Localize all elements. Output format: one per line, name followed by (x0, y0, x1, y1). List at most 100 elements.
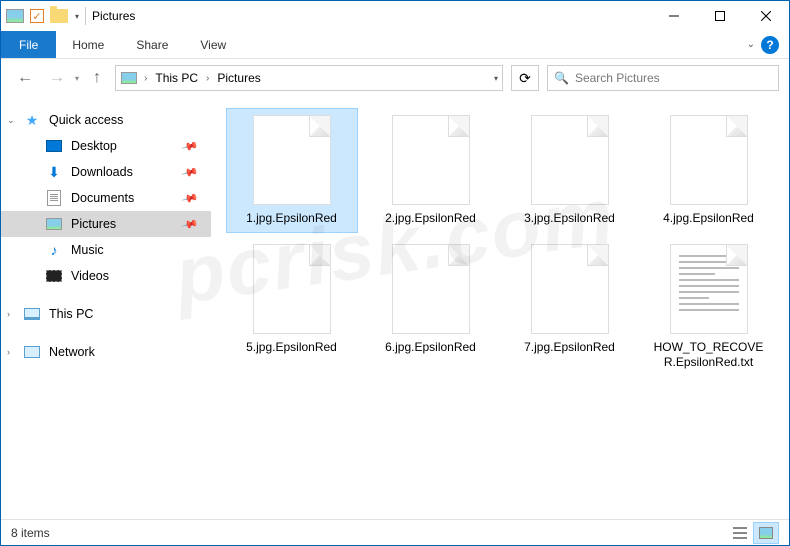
search-placeholder: Search Pictures (575, 71, 660, 85)
forward-button[interactable]: → (43, 64, 71, 92)
address-location-icon (120, 70, 138, 86)
status-bar: 8 items (1, 519, 789, 545)
up-button[interactable]: ↑ (83, 64, 111, 92)
text-file-icon (670, 244, 748, 334)
sidebar-item-music[interactable]: ♪ Music (1, 237, 211, 263)
sidebar-item-label: Documents (71, 191, 134, 205)
expand-icon[interactable]: ⌄ (7, 115, 15, 126)
pin-icon: 📌 (181, 215, 199, 233)
desktop-icon (45, 138, 63, 154)
view-toggles (727, 522, 779, 544)
sidebar-item-label: Pictures (71, 217, 116, 231)
file-label: HOW_TO_RECOVER.EpsilonRed.txt (649, 340, 769, 370)
sidebar-this-pc[interactable]: › This PC (1, 301, 211, 327)
tab-share[interactable]: Share (120, 31, 184, 58)
sidebar-network[interactable]: › Network (1, 339, 211, 365)
address-bar[interactable]: › This PC › Pictures ▾ (115, 65, 503, 91)
file-tab[interactable]: File (1, 31, 56, 58)
sidebar-item-label: Music (71, 243, 104, 257)
window-controls (651, 1, 789, 31)
maximize-button[interactable] (697, 1, 743, 31)
generic-file-icon (253, 115, 331, 205)
qat-dropdown-icon[interactable]: ▾ (75, 12, 79, 21)
refresh-button[interactable]: ⟳ (511, 65, 539, 91)
downloads-icon: ⬇ (45, 164, 63, 180)
pin-icon: 📌 (181, 189, 199, 207)
file-item[interactable]: 7.jpg.EpsilonRed (505, 238, 635, 376)
titlebar-divider (85, 7, 86, 25)
sidebar-item-videos[interactable]: Videos (1, 263, 211, 289)
navigation-pane: ⌄ ★ Quick access Desktop 📌 ⬇ Downloads 📌… (1, 97, 211, 519)
address-dropdown-icon[interactable]: ▾ (494, 74, 498, 83)
recent-locations-dropdown[interactable]: ▾ (75, 74, 79, 83)
generic-file-icon (392, 244, 470, 334)
generic-file-icon (531, 115, 609, 205)
file-item[interactable]: 5.jpg.EpsilonRed (227, 238, 357, 376)
large-icons-view-icon (759, 527, 773, 539)
tab-view[interactable]: View (184, 31, 242, 58)
search-input[interactable]: 🔍 Search Pictures (547, 65, 779, 91)
window-title: Pictures (92, 9, 135, 23)
generic-file-icon (392, 115, 470, 205)
titlebar: ✓ ▾ Pictures (1, 1, 789, 31)
breadcrumb-current[interactable]: Pictures (215, 71, 262, 85)
star-icon: ★ (23, 112, 41, 128)
minimize-button[interactable] (651, 1, 697, 31)
sidebar-item-documents[interactable]: Documents 📌 (1, 185, 211, 211)
documents-icon (45, 190, 63, 206)
file-label: 7.jpg.EpsilonRed (524, 340, 615, 355)
sidebar-item-desktop[interactable]: Desktop 📌 (1, 133, 211, 159)
close-button[interactable] (743, 1, 789, 31)
qat-folder-icon[interactable] (49, 6, 69, 26)
videos-icon (45, 268, 63, 284)
sidebar-item-label: Videos (71, 269, 109, 283)
file-item[interactable]: 4.jpg.EpsilonRed (644, 109, 774, 232)
ribbon-collapse-icon[interactable]: ⌄ (747, 39, 755, 50)
generic-file-icon (531, 244, 609, 334)
file-list[interactable]: 1.jpg.EpsilonRed 2.jpg.EpsilonRed 3.jpg.Ep… (211, 97, 789, 519)
generic-file-icon (670, 115, 748, 205)
file-label: 1.jpg.EpsilonRed (246, 211, 337, 226)
file-label: 2.jpg.EpsilonRed (385, 211, 476, 226)
quick-access-toolbar: ✓ ▾ (5, 6, 79, 26)
pc-icon (23, 306, 41, 322)
pin-icon: 📌 (181, 137, 199, 155)
status-item-count: 8 items (11, 526, 50, 540)
file-item[interactable]: 6.jpg.EpsilonRed (366, 238, 496, 376)
ribbon: File Home Share View ⌄ ? (1, 31, 789, 59)
expand-icon[interactable]: › (7, 347, 10, 357)
file-label: 6.jpg.EpsilonRed (385, 340, 476, 355)
sidebar-item-label: Desktop (71, 139, 117, 153)
file-item[interactable]: 3.jpg.EpsilonRed (505, 109, 635, 232)
expand-icon[interactable]: › (7, 309, 10, 319)
sidebar-item-pictures[interactable]: Pictures 📌 (1, 211, 211, 237)
generic-file-icon (253, 244, 331, 334)
network-icon (23, 344, 41, 360)
breadcrumb-sep-icon[interactable]: › (202, 73, 213, 84)
sidebar-quick-access[interactable]: ⌄ ★ Quick access (1, 107, 211, 133)
sidebar-label: Quick access (49, 113, 123, 127)
explorer-body: ⌄ ★ Quick access Desktop 📌 ⬇ Downloads 📌… (1, 97, 789, 519)
search-icon: 🔍 (554, 71, 569, 85)
details-view-icon (733, 527, 747, 539)
file-label: 4.jpg.EpsilonRed (663, 211, 754, 226)
breadcrumb-sep-icon[interactable]: › (140, 73, 151, 84)
pictures-icon (45, 216, 63, 232)
file-item[interactable]: 2.jpg.EpsilonRed (366, 109, 496, 232)
file-item[interactable]: 1.jpg.EpsilonRed (227, 109, 357, 232)
details-view-button[interactable] (727, 522, 753, 544)
music-icon: ♪ (45, 242, 63, 258)
qat-properties-icon[interactable]: ✓ (27, 6, 47, 26)
tab-home[interactable]: Home (56, 31, 120, 58)
file-label: 5.jpg.EpsilonRed (246, 340, 337, 355)
file-label: 3.jpg.EpsilonRed (524, 211, 615, 226)
large-icons-view-button[interactable] (753, 522, 779, 544)
app-icon[interactable] (5, 6, 25, 26)
address-row: ← → ▾ ↑ › This PC › Pictures ▾ ⟳ 🔍 Searc… (1, 59, 789, 97)
back-button[interactable]: ← (11, 64, 39, 92)
file-item[interactable]: HOW_TO_RECOVER.EpsilonRed.txt (644, 238, 774, 376)
sidebar-item-downloads[interactable]: ⬇ Downloads 📌 (1, 159, 211, 185)
pin-icon: 📌 (181, 163, 199, 181)
breadcrumb-root[interactable]: This PC (153, 71, 200, 85)
help-icon[interactable]: ? (761, 36, 779, 54)
